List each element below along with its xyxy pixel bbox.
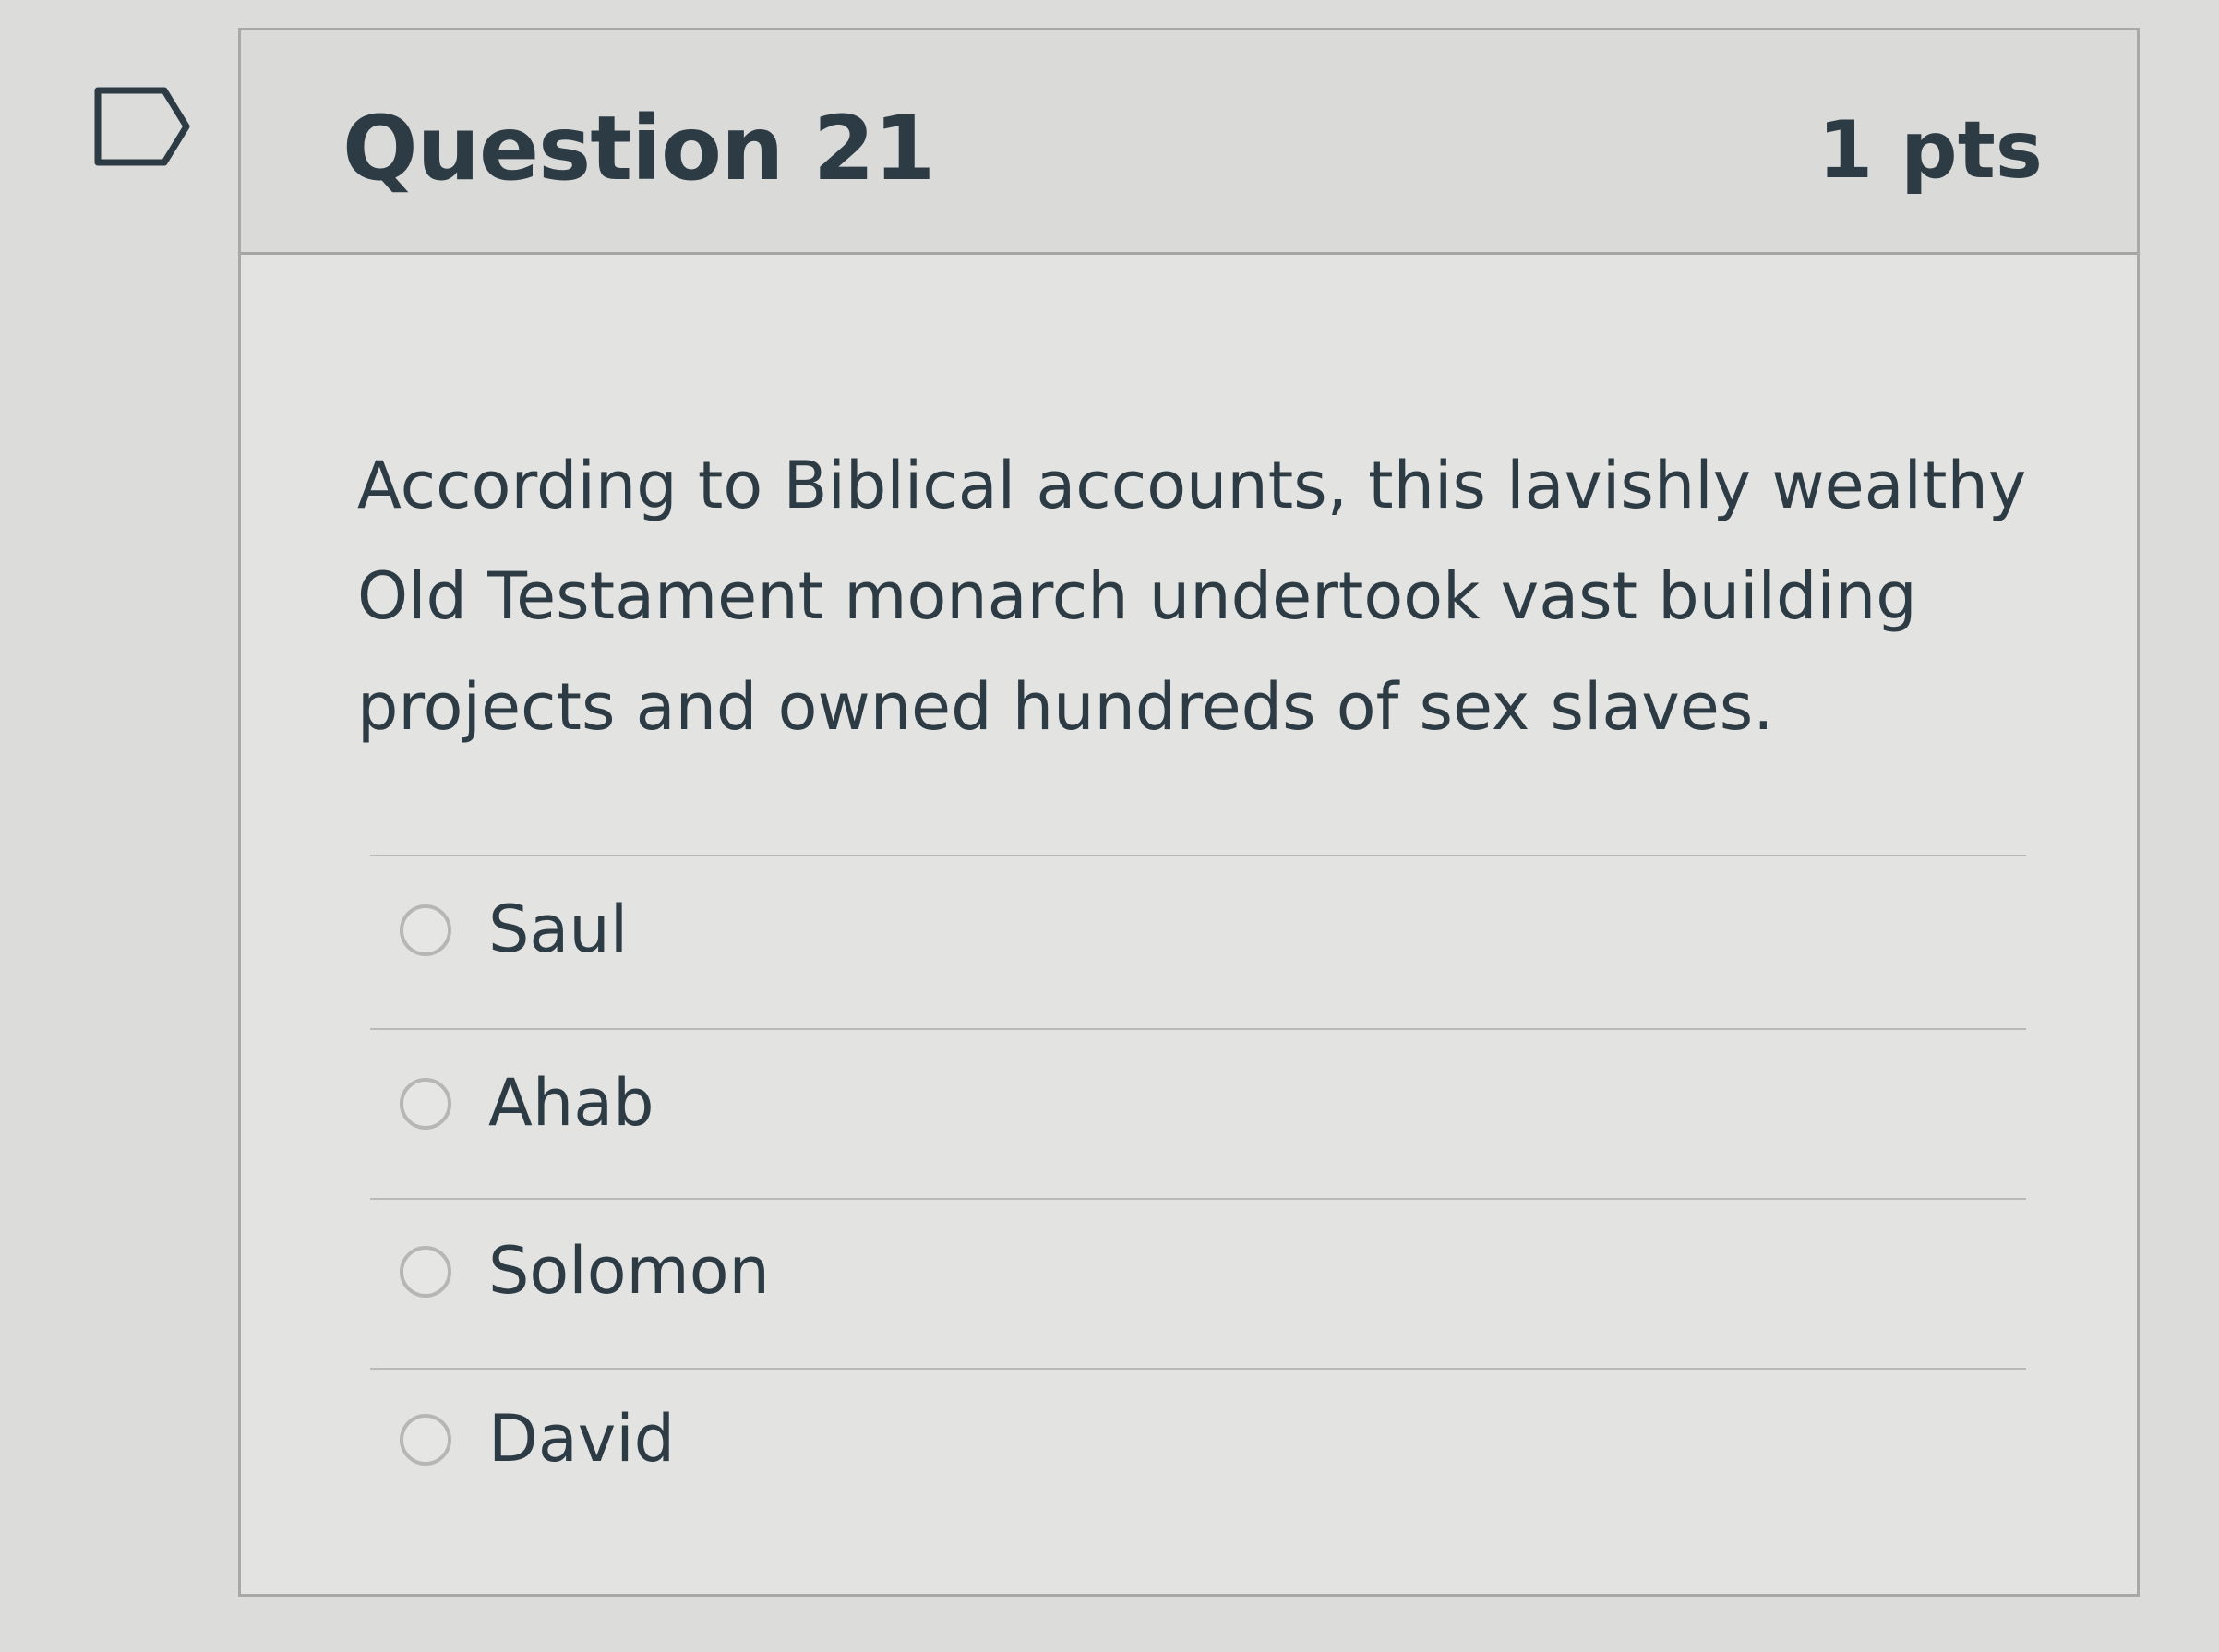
question-body: According to Biblical accounts, this lav… <box>241 255 2137 1594</box>
answers-divider <box>370 1368 2026 1370</box>
question-points: 1 pts <box>1817 104 2043 197</box>
answers-divider <box>370 855 2026 856</box>
question-title: Question 21 <box>342 97 935 200</box>
answer-label[interactable]: David <box>488 1401 675 1477</box>
question-header: Question 21 1 pts <box>241 30 2137 255</box>
answers-divider <box>370 1198 2026 1200</box>
radio-button[interactable] <box>400 1078 451 1130</box>
answer-option-david[interactable]: David <box>241 1383 2137 1512</box>
answer-option-solomon[interactable]: Solomon <box>241 1215 2137 1344</box>
answer-option-ahab[interactable]: Ahab <box>241 1047 2137 1176</box>
radio-button[interactable] <box>400 1246 451 1298</box>
radio-button[interactable] <box>400 904 451 956</box>
answers-divider <box>370 1028 2026 1030</box>
answer-label[interactable]: Solomon <box>488 1233 770 1309</box>
flag-question-icon[interactable] <box>92 85 194 168</box>
answer-label[interactable]: Ahab <box>488 1065 654 1141</box>
question-text: According to Biblical accounts, this lav… <box>357 448 2027 745</box>
radio-button[interactable] <box>400 1414 451 1466</box>
question-card: Question 21 1 pts According to Biblical … <box>238 28 2140 1597</box>
answer-option-saul[interactable]: Saul <box>241 873 2137 1002</box>
answer-label[interactable]: Saul <box>488 892 628 967</box>
